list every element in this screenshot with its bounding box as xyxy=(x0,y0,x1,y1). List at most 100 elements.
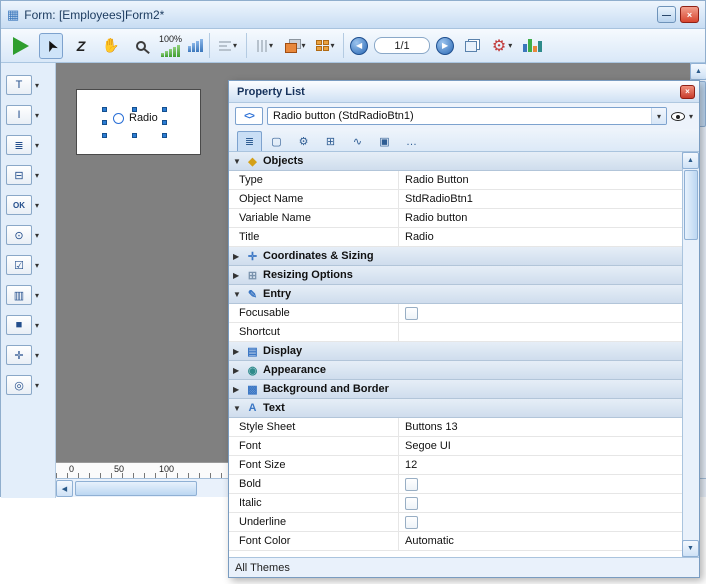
tab-events[interactable]: ∿ xyxy=(345,131,370,151)
window-titlebar[interactable]: ▦ Form: [Employees]Form2* — × xyxy=(1,1,705,29)
property-value[interactable]: Buttons 13 xyxy=(405,421,458,433)
tab-preview[interactable]: ▣ xyxy=(372,131,397,151)
prev-next-object-button[interactable]: <> xyxy=(235,107,263,125)
splitter-tool[interactable]: ✛▾ xyxy=(6,345,55,365)
collapse-triangle-icon[interactable]: ▼ xyxy=(233,290,242,299)
distribute-dropdown-button[interactable]: ▾ xyxy=(253,33,277,59)
scroll-left-icon[interactable]: ◀ xyxy=(56,480,73,497)
section-text[interactable]: ▼AText xyxy=(229,399,682,418)
pointer-tool-button[interactable]: ➤ xyxy=(39,33,63,59)
section-resizing-options[interactable]: ▶⊞Resizing Options xyxy=(229,266,682,285)
radio-button-tool[interactable]: ⊙▾ xyxy=(6,225,55,245)
view-options-button[interactable]: ▾ xyxy=(671,112,693,121)
property-list-close-button[interactable]: × xyxy=(680,85,695,99)
tab-control-tool[interactable]: ◎▾ xyxy=(6,375,55,395)
radio-button-widget[interactable]: Radio xyxy=(113,112,158,124)
tab-properties[interactable]: ≣ xyxy=(237,131,262,151)
property-value[interactable]: Segoe UI xyxy=(405,440,451,452)
scrollbar-thumb[interactable] xyxy=(75,481,197,496)
chevron-down-icon[interactable]: ▾ xyxy=(35,231,39,240)
checkbox-tool[interactable]: ☑▾ xyxy=(6,255,55,275)
actions-dropdown-button[interactable]: ⚙ ▾ xyxy=(490,33,514,59)
chevron-down-icon[interactable]: ▾ xyxy=(689,112,693,121)
chevron-down-icon[interactable]: ▾ xyxy=(35,351,39,360)
listbox-tool[interactable]: ≣▾ xyxy=(6,135,55,155)
chevron-down-icon[interactable]: ▾ xyxy=(269,41,273,50)
expand-triangle-icon[interactable]: ▶ xyxy=(233,366,242,375)
section-entry[interactable]: ▼✎Entry xyxy=(229,285,682,304)
selection-handle[interactable] xyxy=(102,107,107,112)
property-value[interactable]: Automatic xyxy=(405,535,454,547)
expand-triangle-icon[interactable]: ▶ xyxy=(233,252,242,261)
zoom-level-control[interactable]: 100% xyxy=(159,35,182,57)
chevron-down-icon[interactable]: ▾ xyxy=(233,41,237,50)
section-display[interactable]: ▶▤Display xyxy=(229,342,682,361)
tab-coordinates[interactable]: ⊞ xyxy=(318,131,343,151)
rectangle-tool[interactable]: ■▾ xyxy=(6,315,55,335)
entry-order-tool-button[interactable]: Z xyxy=(69,33,93,59)
underline-checkbox[interactable] xyxy=(405,516,418,529)
property-list-titlebar[interactable]: Property List × xyxy=(229,81,699,103)
focusable-checkbox[interactable] xyxy=(405,307,418,320)
selection-handle[interactable] xyxy=(102,133,107,138)
previous-page-button[interactable]: ◀ xyxy=(350,37,368,55)
scroll-down-icon[interactable]: ▼ xyxy=(682,540,699,557)
zoom-presets-icon[interactable] xyxy=(188,39,203,52)
duplicate-dropdown-button[interactable]: ▾ xyxy=(313,33,337,59)
chevron-down-icon[interactable]: ▾ xyxy=(35,201,39,210)
expand-triangle-icon[interactable]: ▶ xyxy=(233,347,242,356)
section-coordinates-sizing[interactable]: ▶✛Coordinates & Sizing xyxy=(229,247,682,266)
combobox-tool[interactable]: ⊟▾ xyxy=(6,165,55,185)
bold-checkbox[interactable] xyxy=(405,478,418,491)
tab-display[interactable]: ▢ xyxy=(264,131,289,151)
tab-settings[interactable]: ⚙ xyxy=(291,131,316,151)
section-background-and-border[interactable]: ▶▩Background and Border xyxy=(229,380,682,399)
run-form-button[interactable] xyxy=(9,33,33,59)
collapse-triangle-icon[interactable]: ▼ xyxy=(233,404,242,413)
text-tool[interactable]: T▾ xyxy=(6,75,55,95)
page-indicator[interactable]: 1/1 xyxy=(374,37,430,54)
chevron-down-icon[interactable]: ▾ xyxy=(35,381,39,390)
chevron-down-icon[interactable]: ▾ xyxy=(35,81,39,90)
chevron-down-icon[interactable]: ▾ xyxy=(35,261,39,270)
ok-button-tool[interactable]: OK▾ xyxy=(6,195,55,215)
chevron-down-icon[interactable]: ▾ xyxy=(651,108,666,124)
tab-more[interactable]: … xyxy=(399,131,424,151)
selection-handle[interactable] xyxy=(162,120,167,125)
hand-tool-button[interactable]: ✋ xyxy=(99,33,123,59)
property-value[interactable]: 12 xyxy=(405,459,417,471)
scroll-up-icon[interactable]: ▲ xyxy=(682,152,699,169)
chevron-down-icon[interactable]: ▾ xyxy=(35,171,39,180)
property-list-scrollbar[interactable]: ▲ ▼ xyxy=(682,152,699,557)
property-value[interactable]: Radio button xyxy=(405,212,467,224)
italic-checkbox[interactable] xyxy=(405,497,418,510)
chevron-down-icon[interactable]: ▾ xyxy=(35,291,39,300)
property-value[interactable]: StdRadioBtn1 xyxy=(405,193,473,205)
database-fields-button[interactable] xyxy=(520,33,544,59)
input-tool[interactable]: I▾ xyxy=(6,105,55,125)
section-objects[interactable]: ▼◆Objects xyxy=(229,152,682,171)
selection-handle[interactable] xyxy=(162,133,167,138)
scroll-up-icon[interactable]: ▲ xyxy=(690,63,706,80)
next-page-button[interactable]: ▶ xyxy=(436,37,454,55)
windows-display-button[interactable] xyxy=(460,33,484,59)
expand-triangle-icon[interactable]: ▶ xyxy=(233,271,242,280)
scrollbar-thumb[interactable] xyxy=(684,170,698,240)
selection-handle[interactable] xyxy=(162,107,167,112)
button-grid-tool[interactable]: ▥▾ xyxy=(6,285,55,305)
chevron-down-icon[interactable]: ▾ xyxy=(302,41,306,50)
level-dropdown-button[interactable]: ▾ xyxy=(283,33,307,59)
selection-handle[interactable] xyxy=(102,120,107,125)
minimize-button[interactable]: — xyxy=(657,6,676,23)
chevron-down-icon[interactable]: ▾ xyxy=(35,141,39,150)
form-page[interactable]: Radio xyxy=(76,89,201,155)
chevron-down-icon[interactable]: ▾ xyxy=(35,321,39,330)
align-dropdown-button[interactable]: ▾ xyxy=(216,33,240,59)
zoom-tool-button[interactable] xyxy=(129,33,153,59)
selection-handle[interactable] xyxy=(132,107,137,112)
property-value[interactable]: Radio xyxy=(405,231,434,243)
object-selector-combo[interactable]: Radio button (StdRadioBtn1) ▾ xyxy=(267,107,667,125)
section-appearance[interactable]: ▶◉Appearance xyxy=(229,361,682,380)
expand-triangle-icon[interactable]: ▶ xyxy=(233,385,242,394)
close-button[interactable]: × xyxy=(680,6,699,23)
